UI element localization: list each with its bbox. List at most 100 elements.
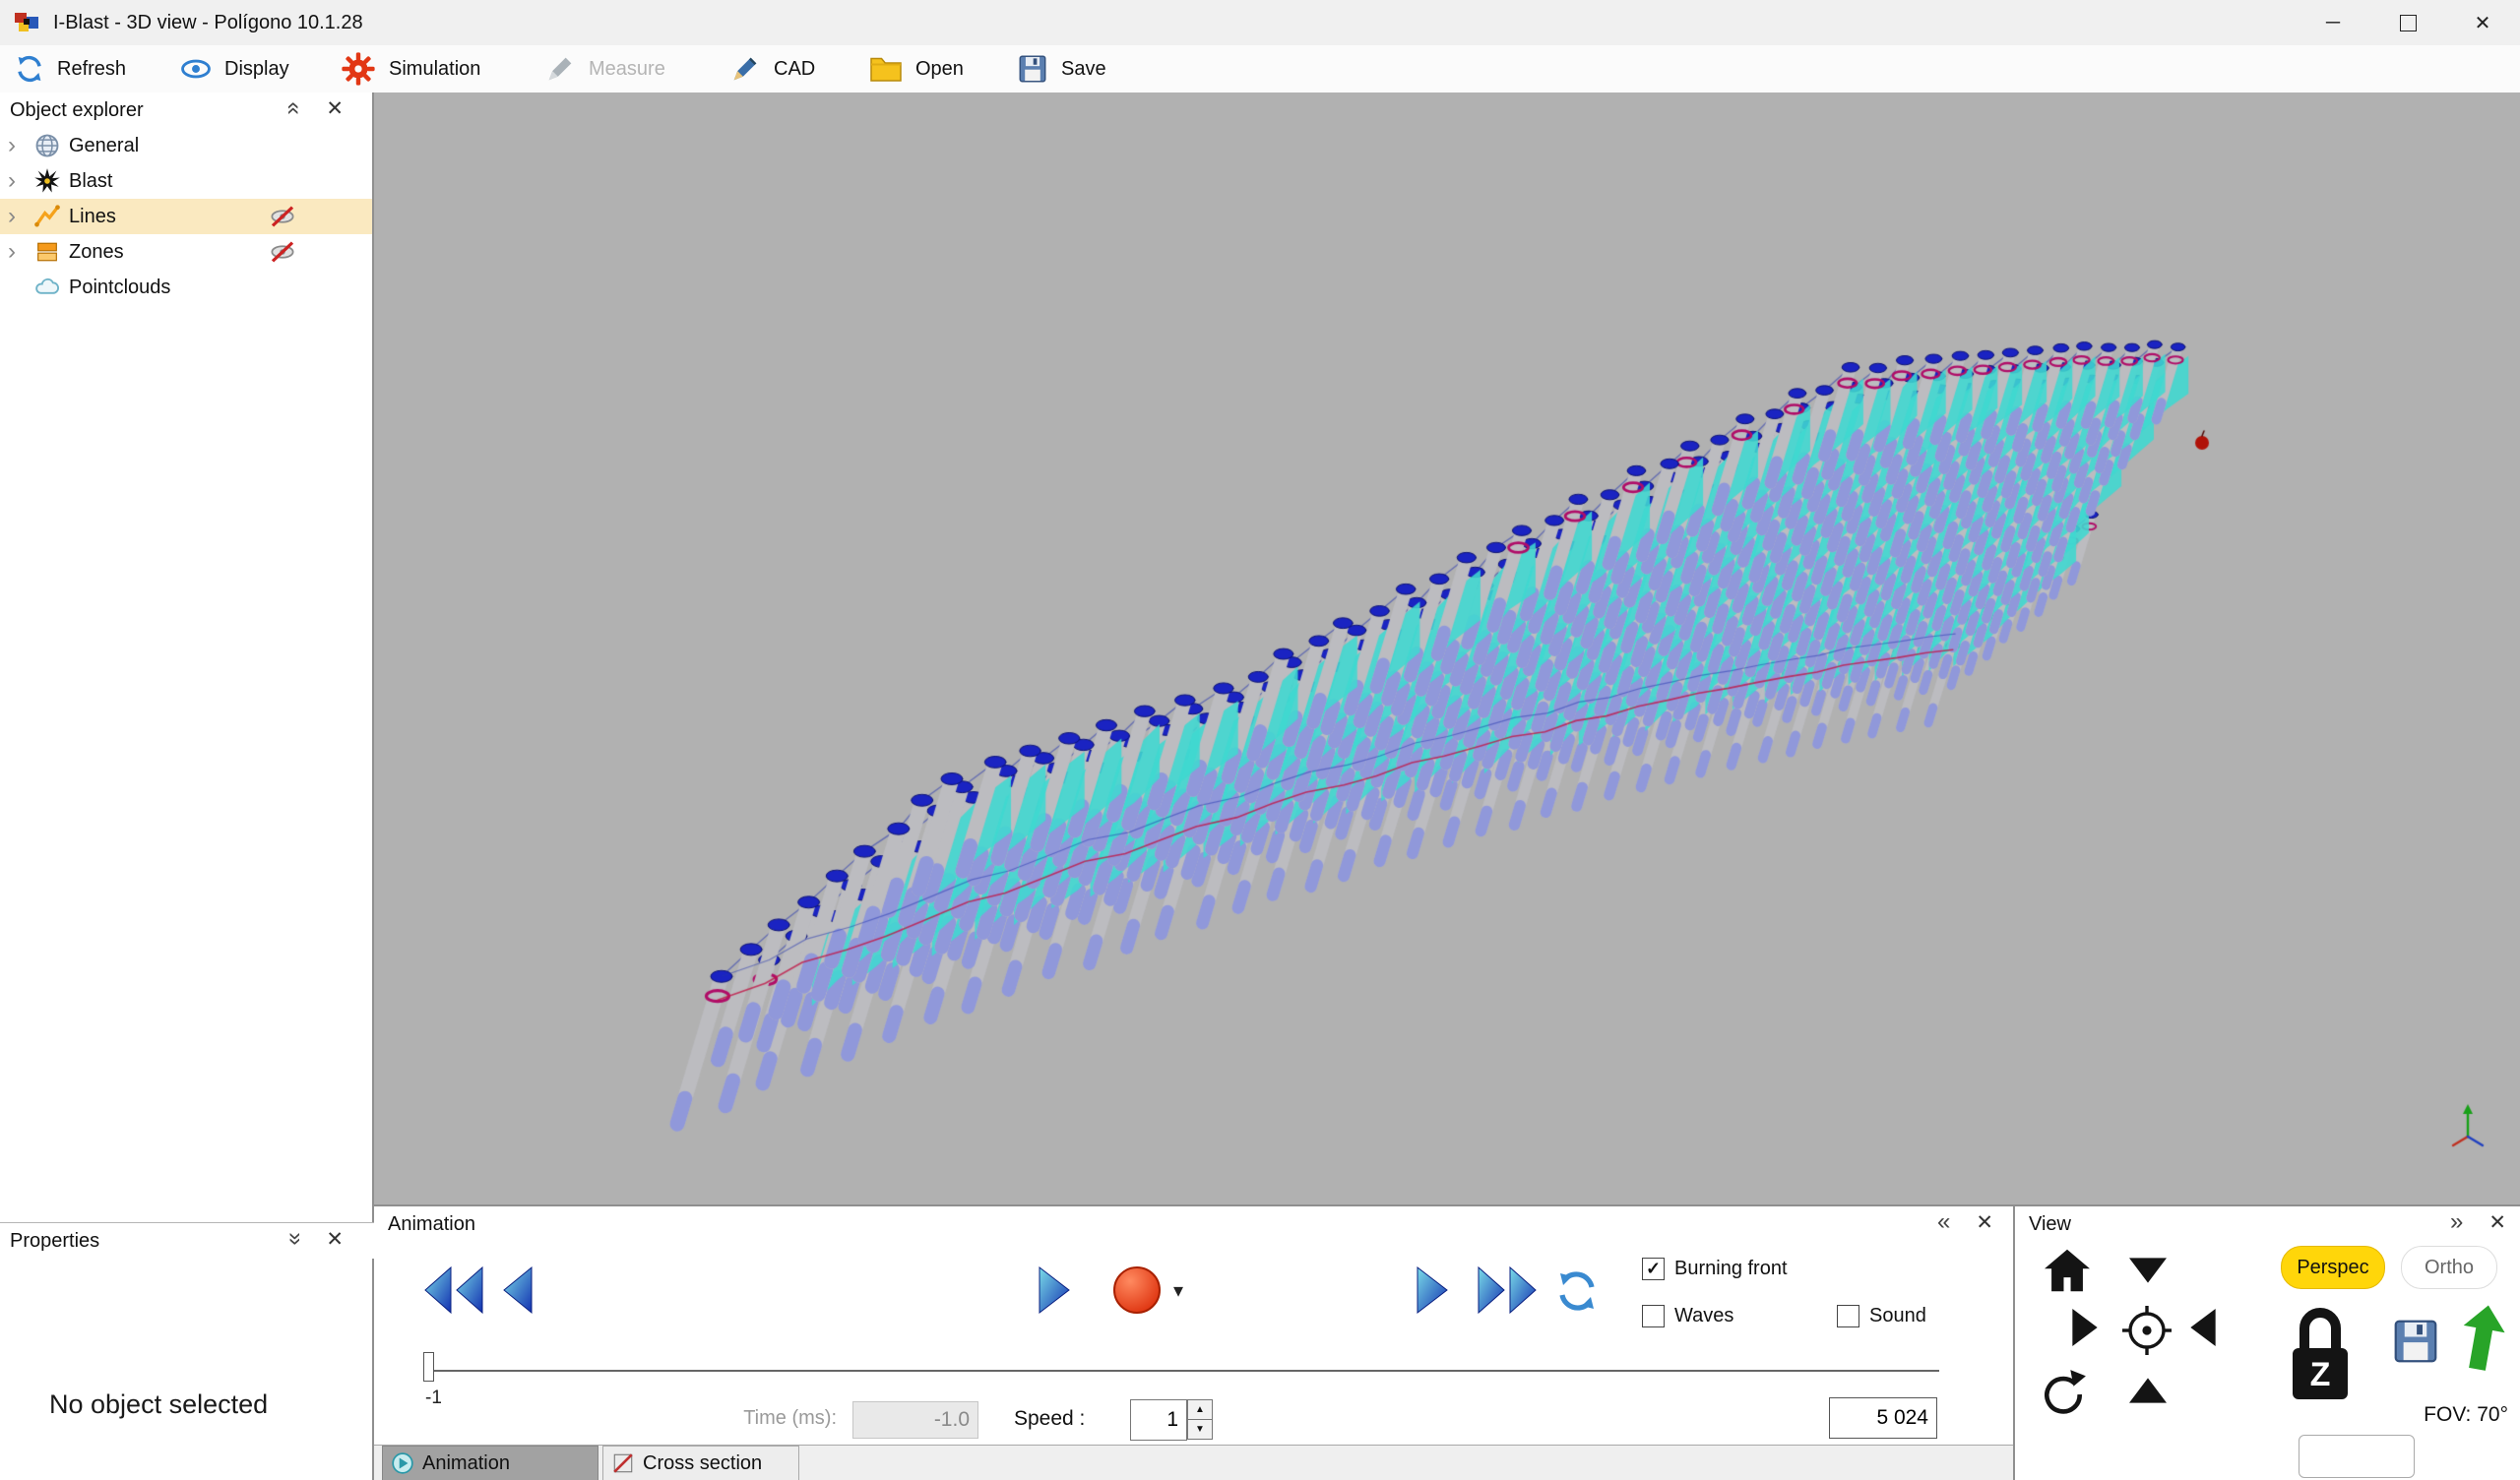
rotate-icon	[2039, 1368, 2088, 1417]
skip-to-end-button[interactable]	[1475, 1264, 1540, 1317]
close-panel-icon[interactable]: ✕	[326, 98, 344, 119]
pan-up-button[interactable]	[2129, 1378, 2167, 1403]
skip-to-start-button[interactable]	[421, 1264, 486, 1317]
step-back-button[interactable]	[500, 1264, 536, 1317]
simulation-label: Simulation	[389, 58, 480, 81]
collapse-panel-icon[interactable]: «	[283, 1232, 306, 1245]
tree-item-zones[interactable]: › Zones	[0, 234, 372, 270]
spin-down-button[interactable]: ▼	[1187, 1419, 1213, 1440]
close-panel-icon[interactable]: ✕	[2488, 1212, 2506, 1233]
center-view-button[interactable]	[2119, 1303, 2174, 1358]
tab-label: Animation	[422, 1452, 510, 1475]
expander-icon[interactable]: ›	[8, 169, 26, 193]
waves-checkbox[interactable]: Waves	[1642, 1305, 1733, 1327]
measure-label: Measure	[589, 58, 665, 81]
perspective-button[interactable]: Perspec	[2281, 1246, 2385, 1289]
view-panel: View » ✕	[2013, 1204, 2520, 1480]
application-window: I-Blast - 3D view - Polígono 10.1.28 ─ ✕…	[0, 0, 2520, 1480]
raise-view-button[interactable]	[2460, 1305, 2505, 1372]
burning-front-label: Burning front	[1674, 1258, 1788, 1280]
cad-label: CAD	[774, 58, 815, 81]
frame-counter-input[interactable]	[1829, 1397, 1937, 1439]
object-explorer-header: Object explorer « ✕	[0, 92, 372, 128]
tree-item-pointclouds[interactable]: Pointclouds	[0, 270, 372, 305]
rotate-view-button[interactable]	[2039, 1368, 2088, 1417]
expander-icon[interactable]: ›	[8, 134, 26, 157]
speed-input[interactable]	[1130, 1399, 1187, 1441]
display-button[interactable]: Display	[179, 45, 289, 92]
animation-panel: Animation « ✕	[374, 1204, 2013, 1480]
globe-icon	[33, 132, 61, 159]
maximize-icon	[2400, 15, 2417, 31]
save-button[interactable]: Save	[1016, 45, 1106, 92]
tab-label: Cross section	[643, 1452, 762, 1475]
pan-down-button[interactable]	[2129, 1258, 2167, 1283]
target-icon	[2119, 1303, 2174, 1358]
properties-title: Properties	[10, 1230, 99, 1253]
measure-pencil-icon	[543, 52, 577, 86]
tree-item-label: Pointclouds	[69, 277, 170, 299]
close-panel-icon[interactable]: ✕	[1976, 1212, 1993, 1233]
time-label: Time (ms):	[630, 1407, 837, 1430]
timeline-handle[interactable]	[423, 1352, 434, 1382]
sound-checkbox[interactable]: Sound	[1837, 1305, 1926, 1327]
close-panel-icon[interactable]: ✕	[326, 1229, 344, 1250]
cad-button[interactable]: CAD	[728, 45, 815, 92]
burning-front-checkbox[interactable]: ✓ Burning front	[1642, 1258, 1788, 1280]
record-button[interactable]	[1108, 1262, 1166, 1319]
visibility-off-icon[interactable]	[268, 202, 297, 231]
tree-item-general[interactable]: › General	[0, 128, 372, 163]
tab-cross-section[interactable]: Cross section	[602, 1446, 799, 1480]
floppy-icon	[2389, 1315, 2442, 1368]
3d-scene-canvas[interactable]	[374, 92, 2520, 1204]
ortho-label: Ortho	[2425, 1257, 2474, 1279]
collapse-panel-icon[interactable]: «	[283, 101, 306, 114]
arrow-right-icon	[2072, 1309, 2098, 1346]
home-view-button[interactable]	[2043, 1248, 2092, 1293]
arrow-left-icon	[2190, 1309, 2216, 1346]
animation-title: Animation	[388, 1213, 475, 1236]
checkbox-icon	[1837, 1305, 1859, 1327]
pan-left-button[interactable]	[2190, 1309, 2216, 1346]
open-label: Open	[915, 58, 964, 81]
collapse-panel-icon[interactable]: «	[1937, 1210, 1950, 1234]
view-title: View	[2029, 1213, 2071, 1236]
speed-spinner: ▲ ▼	[1187, 1399, 1213, 1440]
tree-item-lines[interactable]: › Lines	[0, 199, 372, 234]
expand-panel-icon[interactable]: »	[2450, 1210, 2463, 1234]
play-button[interactable]	[1036, 1264, 1073, 1317]
expander-icon[interactable]: ›	[8, 205, 26, 228]
title-bar: I-Blast - 3D view - Polígono 10.1.28 ─ ✕	[0, 0, 2520, 45]
timeline-track[interactable]	[429, 1370, 1939, 1372]
animation-header: Animation « ✕	[374, 1206, 2013, 1242]
lock-z-button[interactable]: Z	[2285, 1301, 2356, 1407]
time-input[interactable]	[852, 1401, 978, 1439]
home-icon	[2043, 1248, 2092, 1293]
refresh-button[interactable]: Refresh	[14, 45, 126, 92]
ortho-button[interactable]: Ortho	[2401, 1246, 2497, 1289]
tree-item-blast[interactable]: › Blast	[0, 163, 372, 199]
pan-right-button[interactable]	[2072, 1309, 2098, 1346]
minimize-button[interactable]: ─	[2296, 0, 2370, 45]
expander-icon[interactable]: ›	[8, 240, 26, 264]
tree-item-label: Zones	[69, 241, 124, 264]
folder-icon	[868, 51, 904, 87]
bottom-tab-bar: Animation Cross section	[374, 1445, 2013, 1480]
arrow-up-icon	[2129, 1378, 2167, 1403]
measure-button[interactable]: Measure	[543, 45, 665, 92]
play-forward-button[interactable]	[1414, 1264, 1451, 1317]
simulation-button[interactable]: Simulation	[340, 45, 480, 92]
open-button[interactable]: Open	[868, 45, 964, 92]
maximize-button[interactable]	[2370, 0, 2445, 45]
record-options-dropdown-icon[interactable]: ▾	[1173, 1281, 1183, 1301]
3d-viewport[interactable]	[374, 92, 2520, 1204]
close-button[interactable]: ✕	[2445, 0, 2520, 45]
fov-input[interactable]	[2299, 1435, 2415, 1478]
spin-up-button[interactable]: ▲	[1187, 1399, 1213, 1420]
object-explorer-panel: Object explorer « ✕ › General ›	[0, 92, 374, 1480]
save-view-button[interactable]	[2389, 1315, 2442, 1368]
loop-refresh-button[interactable]	[1553, 1267, 1601, 1315]
speed-label: Speed :	[1014, 1407, 1085, 1431]
visibility-off-icon[interactable]	[268, 237, 297, 267]
tab-animation[interactable]: Animation	[382, 1446, 598, 1480]
